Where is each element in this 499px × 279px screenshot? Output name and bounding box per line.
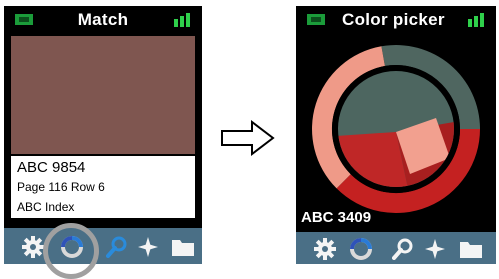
- signal-icon: [174, 13, 192, 27]
- color-code: ABC 9854: [17, 159, 86, 176]
- device-match-screen: Match ABC 9854 Page 116 Row 6 ABC Index: [4, 6, 202, 264]
- toolbar: [296, 232, 496, 264]
- magnifier-icon[interactable]: [390, 236, 416, 262]
- color-wheel-icon[interactable]: [348, 236, 374, 262]
- color-info-box: ABC 9854 Page 116 Row 6 ABC Index: [11, 156, 195, 218]
- folder-icon[interactable]: [458, 236, 484, 262]
- signal-icon: [468, 13, 486, 27]
- compass-icon[interactable]: [422, 236, 448, 262]
- color-code: ABC 3409: [301, 209, 372, 226]
- page-row: Page 116 Row 6: [17, 180, 105, 194]
- folder-icon[interactable]: [170, 234, 196, 260]
- color-wheel[interactable]: [296, 34, 496, 224]
- arrow-right-icon: [220, 119, 276, 161]
- screen-title: Color picker: [342, 10, 445, 29]
- magnifier-icon[interactable]: [104, 234, 130, 260]
- title-bar: Match: [4, 6, 202, 34]
- compass-icon[interactable]: [135, 234, 161, 260]
- toolbar: [4, 228, 202, 264]
- gear-icon[interactable]: [20, 234, 46, 260]
- title-bar: Color picker: [296, 6, 496, 34]
- gear-icon[interactable]: [312, 236, 338, 262]
- screen-title: Match: [77, 10, 129, 29]
- selection-highlight: [43, 223, 99, 279]
- battery-icon: [306, 13, 326, 26]
- index-name: ABC Index: [17, 200, 75, 214]
- device-color-picker-screen: Color picker ABC 3409: [296, 6, 496, 264]
- battery-icon: [14, 13, 34, 26]
- color-swatch: [11, 36, 195, 154]
